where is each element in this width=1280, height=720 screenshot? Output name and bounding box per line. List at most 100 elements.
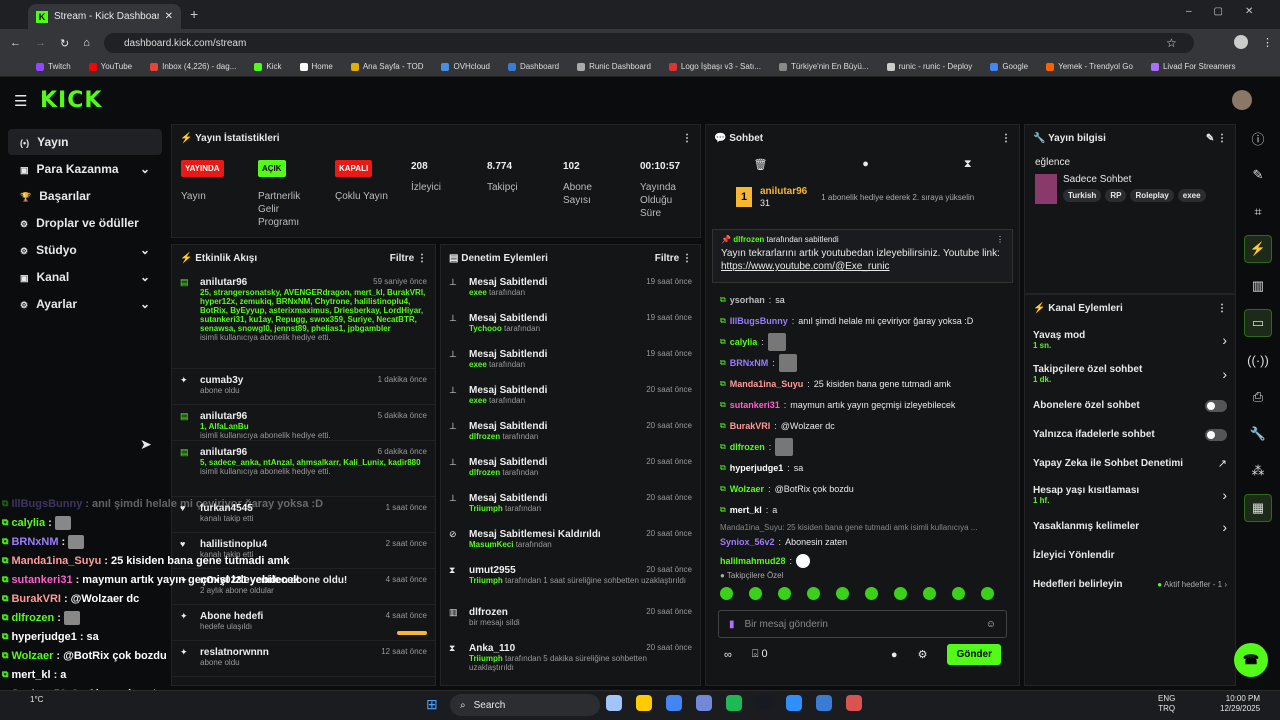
- moderator-name[interactable]: Triiumph: [469, 654, 503, 663]
- sidebar-item[interactable]: ▣ Kanal ⌄: [8, 264, 162, 290]
- sidebar-item[interactable]: ▣ Para Kazanma ⌄: [8, 156, 162, 182]
- close-tab-icon[interactable]: ✕: [165, 11, 173, 22]
- reload-icon[interactable]: ↻: [60, 37, 69, 50]
- kick-logo[interactable]: KICK: [40, 88, 102, 113]
- channel-action-item[interactable]: İzleyici Yönlendir: [1025, 543, 1235, 568]
- infinity-icon[interactable]: ∞: [724, 649, 732, 661]
- sidebar-item[interactable]: (•) Yayın: [8, 129, 162, 155]
- chat-username[interactable]: dlfrozen: [730, 442, 765, 452]
- bookmark-item[interactable]: Ana Sayfa - TOD: [350, 62, 423, 71]
- moderator-name[interactable]: Triiumph: [469, 576, 503, 585]
- moderator-name[interactable]: exee: [469, 360, 487, 369]
- moderation-menu-icon[interactable]: ⋮: [682, 253, 692, 264]
- emote-icon[interactable]: [865, 587, 878, 600]
- support-chat-button[interactable]: ☎: [1234, 643, 1268, 677]
- channel-action-item[interactable]: Yalnızca ifadelerle sohbet: [1025, 422, 1235, 447]
- chat-settings-icon[interactable]: ⚙: [918, 648, 928, 661]
- moderator-name[interactable]: exee: [469, 396, 487, 405]
- edit-icon[interactable]: ✎: [1206, 133, 1214, 144]
- activity-name[interactable]: anilutar96: [200, 277, 247, 288]
- crop-icon[interactable]: ⌗: [1244, 198, 1272, 226]
- activity-name[interactable]: anilutar96: [200, 411, 247, 422]
- bookmark-item[interactable]: Dashboard: [507, 62, 559, 71]
- window-controls[interactable]: –▢✕: [1186, 6, 1275, 17]
- stream-category[interactable]: eğlence: [1025, 151, 1235, 174]
- chat-bubble-icon[interactable]: ●: [862, 158, 869, 170]
- chat-username[interactable]: sutankeri31: [730, 400, 780, 410]
- chat-username[interactable]: halilmahmud28: [720, 556, 786, 566]
- sidebar-item[interactable]: ⚙ Stüdyo ⌄: [8, 237, 162, 263]
- emote-icon[interactable]: [807, 587, 820, 600]
- edit-icon[interactable]: ✎: [1244, 161, 1272, 189]
- hamburger-menu-icon[interactable]: ☰: [14, 92, 27, 110]
- bookmark-item[interactable]: Livad For Streamers: [1150, 62, 1235, 71]
- bookmark-item[interactable]: Google: [990, 62, 1028, 71]
- emote-icon[interactable]: [720, 587, 733, 600]
- bookmark-item[interactable]: Yemek - Trendyol Go: [1046, 62, 1133, 71]
- chat-username[interactable]: BRNxNM: [730, 358, 769, 368]
- channel-action-item[interactable]: Yasaklanmış kelimeler ›: [1025, 514, 1235, 539]
- chat-username[interactable]: IllBugsBunny: [730, 316, 788, 326]
- emote-icon[interactable]: [894, 587, 907, 600]
- taskbar-app-icon[interactable]: [696, 695, 712, 711]
- profile-avatar[interactable]: [1234, 35, 1248, 49]
- sidebar-item[interactable]: ⚙ Ayarlar ⌄: [8, 291, 162, 317]
- windows-start-icon[interactable]: ⊞: [426, 696, 438, 713]
- moderation-filter-button[interactable]: Filtre: [655, 253, 679, 264]
- toggle-switch[interactable]: [1205, 399, 1227, 412]
- chrome-menu-icon[interactable]: ⋮: [1262, 36, 1273, 49]
- taskbar-app-icon[interactable]: [606, 695, 622, 711]
- moderator-name[interactable]: Triiumph: [469, 504, 503, 513]
- taskbar-search[interactable]: ⌕ Search: [450, 694, 600, 716]
- emote-icon[interactable]: [836, 587, 849, 600]
- trash-icon[interactable]: 🗑: [753, 158, 767, 171]
- bookmark-item[interactable]: Türkiye'nin En Büyü...: [778, 62, 869, 71]
- bookmark-item[interactable]: OVHcloud: [441, 62, 490, 71]
- chat-username[interactable]: mert_kl: [730, 505, 762, 515]
- channel-action-item[interactable]: Takipçilere özel sohbet 1 dk. ›: [1025, 359, 1235, 389]
- category-thumbnail[interactable]: [1035, 174, 1057, 204]
- printer-icon[interactable]: ⎙: [1244, 383, 1272, 411]
- chat-username[interactable]: hyperjudge1: [730, 463, 784, 473]
- stream-tag[interactable]: RP: [1105, 189, 1127, 202]
- activity-name[interactable]: cumab3y: [200, 375, 243, 386]
- chat-username[interactable]: Syniox_56v2: [720, 537, 775, 547]
- pinned-message[interactable]: 📌 dlfrozen tarafından sabitlendi ⋮ Yayın …: [712, 229, 1013, 283]
- emote-icon[interactable]: [749, 587, 762, 600]
- channel-action-item[interactable]: Abonelere özel sohbet: [1025, 393, 1235, 418]
- taskbar-app-icon[interactable]: [756, 695, 772, 711]
- chat-input[interactable]: ▮ Bir mesaj gönderin ☺: [718, 610, 1007, 638]
- taskbar-app-icon[interactable]: [636, 695, 652, 711]
- language-indicator[interactable]: ENG TRQ: [1158, 694, 1175, 714]
- hourglass-icon[interactable]: ⧗: [964, 158, 972, 171]
- activity-name[interactable]: anilutar96: [200, 447, 247, 458]
- bookmark-item[interactable]: Twitch: [36, 62, 71, 71]
- user-avatar[interactable]: [1232, 90, 1252, 110]
- activity-menu-icon[interactable]: ⋮: [417, 253, 427, 264]
- back-icon[interactable]: ←: [10, 37, 21, 49]
- stream-tag[interactable]: Roleplay: [1130, 189, 1174, 202]
- moderator-name[interactable]: MasumKeci: [469, 540, 513, 549]
- stream-tag[interactable]: Turkish: [1063, 189, 1102, 202]
- sidebar-item[interactable]: 🏆 Başarılar: [8, 183, 162, 209]
- bookmark-item[interactable]: Runic Dashboard: [577, 62, 651, 71]
- toggle-switch[interactable]: [1205, 428, 1227, 441]
- note-icon[interactable]: ▥: [1244, 272, 1272, 300]
- stream-tag[interactable]: exee: [1177, 189, 1206, 202]
- taskbar-app-icon[interactable]: [666, 695, 682, 711]
- info-menu-icon[interactable]: ⋮: [1217, 133, 1227, 144]
- emote-icon[interactable]: [981, 587, 994, 600]
- taskbar-app-icon[interactable]: [726, 695, 742, 711]
- wrench-icon[interactable]: 🔧: [1244, 420, 1272, 448]
- bookmark-item[interactable]: Home: [299, 62, 333, 71]
- taskbar-weather[interactable]: 1°C: [30, 695, 43, 704]
- activity-filter-button[interactable]: Filtre: [390, 253, 414, 264]
- actions-menu-icon[interactable]: ⋮: [1217, 303, 1227, 314]
- moderator-name[interactable]: dlfrozen: [469, 468, 500, 477]
- broadcast-icon[interactable]: ((·)): [1244, 346, 1272, 374]
- channel-action-item[interactable]: Hedefleri belirleyin ● Aktif hedefler - 1…: [1025, 572, 1235, 597]
- game-icon[interactable]: ▦: [1244, 494, 1272, 522]
- bookmark-item[interactable]: YouTube: [88, 62, 132, 71]
- sidebar-item[interactable]: ⚙ Droplar ve ödüller: [8, 210, 162, 236]
- channel-action-item[interactable]: Yavaş mod 1 sn. ›: [1025, 325, 1235, 355]
